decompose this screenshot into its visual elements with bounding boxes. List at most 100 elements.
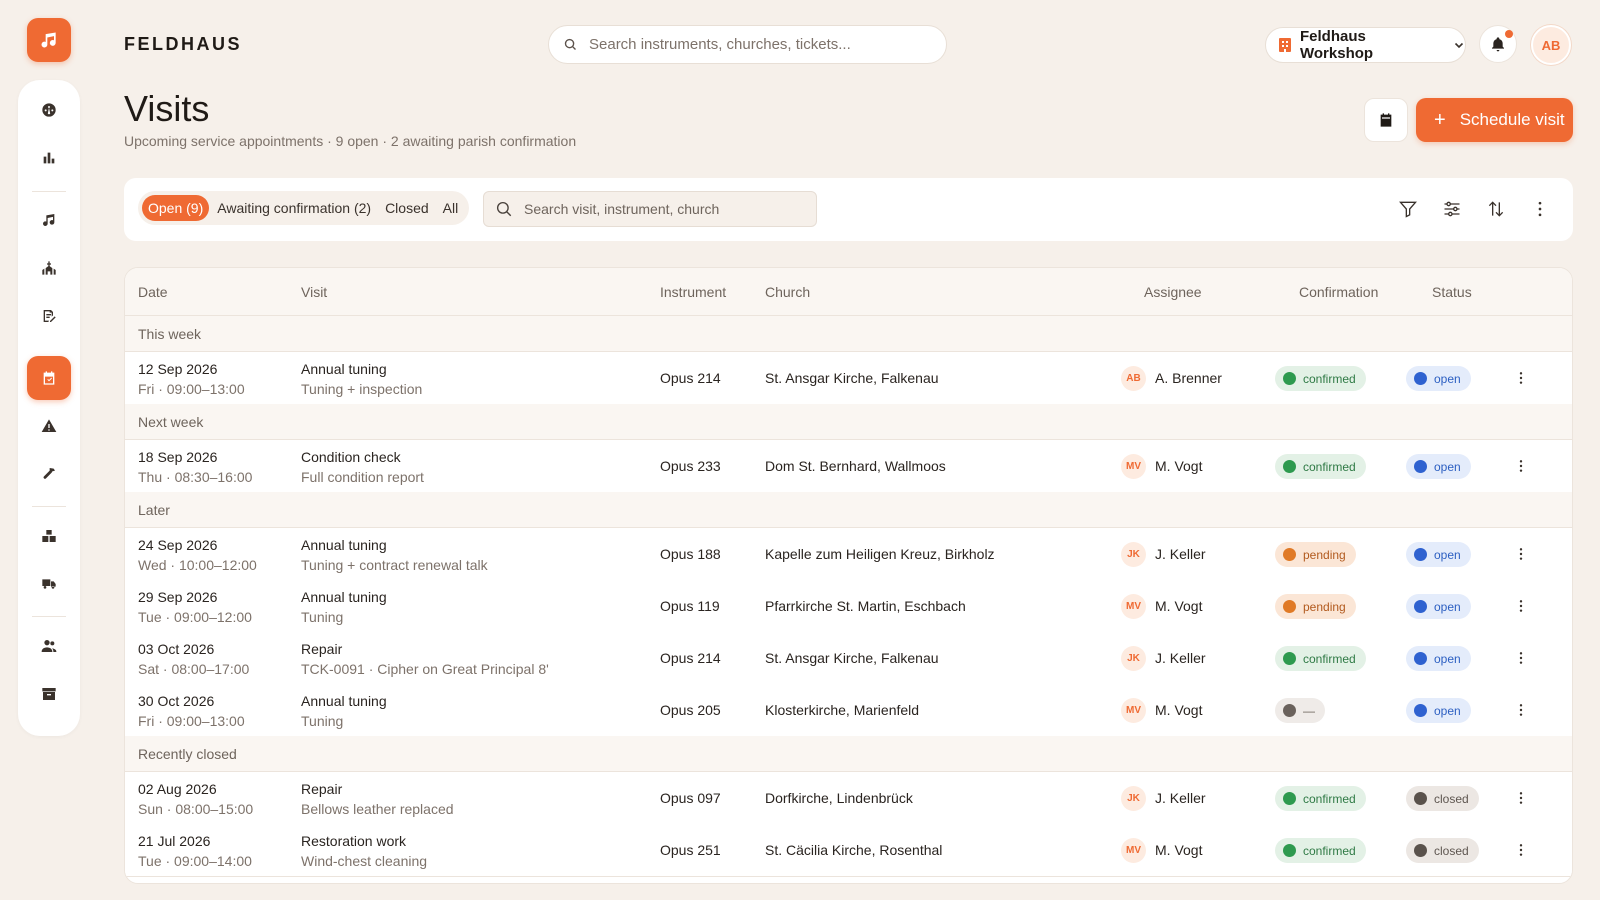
app-logo[interactable] bbox=[27, 18, 71, 62]
visit-date: 29 Sep 2026 bbox=[138, 589, 218, 605]
row-actions-button[interactable] bbox=[1509, 646, 1533, 670]
column-header-visit[interactable]: Visit bbox=[301, 284, 327, 300]
row-actions-button[interactable] bbox=[1509, 366, 1533, 390]
church-link[interactable]: St. Cäcilia Kirche, Rosenthal bbox=[765, 842, 942, 858]
visit-type: Condition check bbox=[301, 449, 401, 465]
sidebar-item-alerts[interactable] bbox=[27, 404, 71, 448]
sidebar-item-instruments[interactable] bbox=[27, 198, 71, 242]
instrument-link[interactable]: Opus 097 bbox=[660, 790, 721, 806]
confirmation-label: confirmed bbox=[1303, 791, 1356, 806]
more-vertical-icon bbox=[1519, 460, 1523, 472]
status-label: open bbox=[1434, 703, 1461, 718]
row-actions-button[interactable] bbox=[1509, 542, 1533, 566]
row-actions-button[interactable] bbox=[1509, 698, 1533, 722]
row-actions-button[interactable] bbox=[1509, 454, 1533, 478]
assignee-avatar: MV bbox=[1121, 454, 1146, 479]
assignee-avatar: MV bbox=[1121, 698, 1146, 723]
sidebar-item-repairs[interactable] bbox=[27, 452, 71, 496]
global-search-input[interactable] bbox=[589, 36, 919, 53]
instrument-link[interactable]: Opus 214 bbox=[660, 650, 721, 666]
column-header-date[interactable]: Date bbox=[138, 284, 168, 300]
confirmation-label: confirmed bbox=[1303, 843, 1356, 858]
sort-icon bbox=[1488, 201, 1504, 217]
row-actions-button[interactable] bbox=[1509, 786, 1533, 810]
confirmation-label: pending bbox=[1303, 599, 1346, 614]
church-link[interactable]: St. Ansgar Kirche, Falkenau bbox=[765, 370, 939, 386]
column-header-instrument[interactable]: Instrument bbox=[660, 284, 726, 300]
status-badge: closed bbox=[1406, 838, 1479, 863]
sidebar-item-reports[interactable] bbox=[27, 136, 71, 180]
sidebar-item-team[interactable] bbox=[27, 624, 71, 668]
visit-search[interactable] bbox=[483, 191, 817, 227]
filter-icon bbox=[1399, 201, 1417, 218]
dashboard-icon bbox=[42, 103, 56, 117]
sidebar-item-logistics[interactable] bbox=[27, 562, 71, 606]
sidebar-item-churches[interactable] bbox=[27, 246, 71, 290]
brand-name: FELDHAUS bbox=[124, 34, 242, 54]
user-avatar[interactable]: AB bbox=[1531, 25, 1571, 65]
sidebar-item-visits[interactable] bbox=[27, 356, 71, 400]
row-actions-button[interactable] bbox=[1509, 594, 1533, 618]
status-dot-icon bbox=[1283, 792, 1296, 805]
more-options-button[interactable] bbox=[1528, 197, 1552, 221]
confirmation-badge: pending bbox=[1275, 594, 1356, 619]
sidebar-item-contracts[interactable] bbox=[27, 294, 71, 338]
church-link[interactable]: Kapelle zum Heiligen Kreuz, Birkholz bbox=[765, 546, 995, 562]
visit-type: Annual tuning bbox=[301, 589, 387, 605]
column-header-assignee[interactable]: Assignee bbox=[1144, 284, 1202, 300]
table-row[interactable]: 30 Oct 2026 Fri · 09:00–13:00 Annual tun… bbox=[125, 684, 1572, 737]
sidebar-item-archive[interactable] bbox=[27, 672, 71, 716]
group-header: Recently closed bbox=[125, 736, 1572, 772]
filter-button[interactable] bbox=[1396, 197, 1420, 221]
instrument-link[interactable]: Opus 214 bbox=[660, 370, 721, 386]
table-row[interactable]: 18 Sep 2026 Thu · 08:30–16:00 Condition … bbox=[125, 440, 1572, 493]
tab-open[interactable]: Open (9) bbox=[142, 195, 210, 221]
global-search[interactable] bbox=[548, 25, 947, 64]
column-header-church[interactable]: Church bbox=[765, 284, 810, 300]
status-dot-icon bbox=[1414, 792, 1427, 805]
church-link[interactable]: St. Ansgar Kirche, Falkenau bbox=[765, 650, 939, 666]
instrument-link[interactable]: Opus 233 bbox=[660, 458, 721, 474]
adjust-columns-button[interactable] bbox=[1440, 197, 1464, 221]
bell-icon bbox=[1492, 37, 1504, 52]
table-row[interactable]: 24 Sep 2026 Wed · 10:00–12:00 Annual tun… bbox=[125, 528, 1572, 581]
status-badge: open bbox=[1406, 542, 1471, 567]
instrument-link[interactable]: Opus 119 bbox=[660, 598, 720, 614]
assignee-name: J. Keller bbox=[1155, 650, 1206, 666]
sort-button[interactable] bbox=[1484, 197, 1508, 221]
status-dot-icon bbox=[1283, 372, 1296, 385]
church-link[interactable]: Pfarrkirche St. Martin, Eschbach bbox=[765, 598, 966, 614]
tab-all[interactable]: All bbox=[437, 195, 465, 221]
tab-closed[interactable]: Closed bbox=[379, 195, 435, 221]
table-row[interactable]: 29 Sep 2026 Tue · 09:00–12:00 Annual tun… bbox=[125, 580, 1572, 633]
status-dot-icon bbox=[1283, 460, 1296, 473]
instrument-link[interactable]: Opus 188 bbox=[660, 546, 721, 562]
status-badge: open bbox=[1406, 646, 1471, 671]
table-row[interactable]: 12 Sep 2026 Fri · 09:00–13:00 Annual tun… bbox=[125, 352, 1572, 405]
confirmation-badge: confirmed bbox=[1275, 838, 1366, 863]
sidebar-item-inventory[interactable] bbox=[27, 514, 71, 558]
visit-search-input[interactable] bbox=[524, 201, 804, 217]
workspace-switcher[interactable]: Feldhaus Workshop bbox=[1265, 27, 1466, 63]
schedule-visit-button[interactable]: + Schedule visit bbox=[1416, 98, 1573, 142]
table-row[interactable]: 21 Jul 2026 Tue · 09:00–14:00 Restoratio… bbox=[125, 824, 1572, 877]
church-link[interactable]: Klosterkirche, Marienfeld bbox=[765, 702, 919, 718]
workspace-name: Feldhaus Workshop bbox=[1300, 28, 1374, 62]
instrument-link[interactable]: Opus 205 bbox=[660, 702, 721, 718]
instrument-link[interactable]: Opus 251 bbox=[660, 842, 721, 858]
notifications-button[interactable] bbox=[1479, 25, 1517, 63]
status-dot-icon bbox=[1283, 600, 1296, 613]
assignee-avatar: JK bbox=[1121, 542, 1146, 567]
table-row[interactable]: 02 Aug 2026 Sun · 08:00–15:00 Repair Bel… bbox=[125, 772, 1572, 825]
tab-awaiting-confirmation[interactable]: Awaiting confirmation (2) bbox=[211, 195, 377, 221]
sidebar-item-dashboard[interactable] bbox=[27, 88, 71, 132]
calendar-view-button[interactable] bbox=[1364, 98, 1408, 142]
table-row[interactable]: 03 Oct 2026 Sat · 08:00–17:00 Repair TCK… bbox=[125, 632, 1572, 685]
column-header-status[interactable]: Status bbox=[1432, 284, 1472, 300]
row-actions-button[interactable] bbox=[1509, 838, 1533, 862]
church-link[interactable]: Dorfkirche, Lindenbrück bbox=[765, 790, 913, 806]
confirmation-label: — bbox=[1303, 703, 1315, 718]
notification-dot bbox=[1505, 30, 1513, 38]
church-link[interactable]: Dom St. Bernhard, Wallmoos bbox=[765, 458, 946, 474]
column-header-confirmation[interactable]: Confirmation bbox=[1299, 284, 1378, 300]
